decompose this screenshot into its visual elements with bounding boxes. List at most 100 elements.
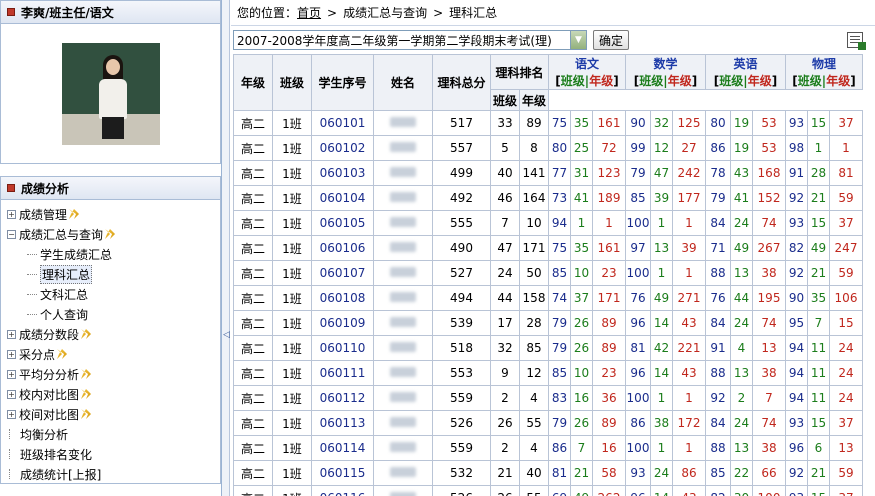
expand-icon[interactable]: + xyxy=(7,389,16,399)
cell-score: 99 xyxy=(625,135,651,161)
cell-class-rank: 24 xyxy=(730,210,753,236)
tree-item[interactable]: + 校内对比图 xyxy=(1,384,220,404)
tree-item[interactable]: + 平均分分析 xyxy=(1,364,220,384)
tree-item[interactable]: + 成绩分数段 xyxy=(1,324,220,344)
cell-student-no: 060102 xyxy=(311,135,374,161)
cell-rank-class: 9 xyxy=(490,360,520,386)
cell-class-rank: 15 xyxy=(807,210,830,236)
user-panel-title: 李爽/班主任/语文 xyxy=(0,0,221,24)
user-title: 李爽/班主任/语文 xyxy=(21,5,114,20)
cell-grade: 高二 xyxy=(233,210,273,236)
cell-class: 1班 xyxy=(272,160,312,186)
cell-grade-rank: 247 xyxy=(829,235,863,261)
tree-child-item[interactable]: 理科汇总 xyxy=(1,264,220,284)
cell-grade: 高二 xyxy=(233,135,273,161)
cell-grade: 高二 xyxy=(233,160,273,186)
expand-icon[interactable]: + xyxy=(7,409,16,419)
cell-score: 82 xyxy=(705,485,731,496)
cell-class: 1班 xyxy=(272,410,312,436)
tree-item[interactable]: 班级排名变化 xyxy=(1,444,220,464)
double-arrow-icon xyxy=(81,409,92,419)
tree-child-item[interactable]: 学生成绩汇总 xyxy=(1,244,220,264)
tree-line xyxy=(9,429,17,439)
cell-grade-rank: 15 xyxy=(829,310,863,336)
cell-class-rank: 49 xyxy=(807,235,830,261)
cell-rank-class: 46 xyxy=(490,185,520,211)
expand-icon[interactable]: + xyxy=(7,329,16,339)
cell-class-rank: 35 xyxy=(807,285,830,311)
tree-child-item[interactable]: 文科汇总 xyxy=(1,284,220,304)
cell-score: 94 xyxy=(785,335,808,361)
cell-class: 1班 xyxy=(272,460,312,486)
expand-icon[interactable]: + xyxy=(7,209,16,219)
cell-class-rank: 41 xyxy=(730,185,753,211)
cell-total: 553 xyxy=(432,360,491,386)
expand-icon[interactable]: + xyxy=(7,369,16,379)
header-subject-english: 英语 [班级|年级] xyxy=(705,54,786,90)
collapse-icon[interactable]: − xyxy=(7,229,16,239)
breadcrumb-level1: 成绩汇总与查询 xyxy=(343,6,428,20)
cell-class-rank: 14 xyxy=(650,310,673,336)
tree-item[interactable]: − 成绩汇总与查询 xyxy=(1,224,220,244)
cell-student-no: 060105 xyxy=(311,210,374,236)
exam-select[interactable]: 2007-2008学年度高二年级第一学期第二学段期末考试(理) ▼ xyxy=(233,30,587,50)
expand-icon[interactable]: + xyxy=(7,349,16,359)
confirm-button[interactable]: 确定 xyxy=(593,30,630,50)
cell-score: 79 xyxy=(548,335,571,361)
cell-class-rank: 24 xyxy=(730,310,753,336)
cell-grade-rank: 23 xyxy=(592,360,626,386)
cell-student-no: 060103 xyxy=(311,160,374,186)
cell-score: 96 xyxy=(785,435,808,461)
chevron-down-icon[interactable]: ▼ xyxy=(570,31,586,49)
cell-grade-rank: 242 xyxy=(672,160,706,186)
cell-score: 75 xyxy=(548,110,571,136)
breadcrumb-home-link[interactable]: 首页 xyxy=(297,4,321,21)
cell-score: 88 xyxy=(705,360,731,386)
tree-item[interactable]: + 校间对比图 xyxy=(1,404,220,424)
cell-total: 559 xyxy=(432,435,491,461)
app: 李爽/班主任/语文 成绩分析 + 成绩管理 − 成绩汇总与查询 学生成绩汇总 理科汇总 文科… xyxy=(0,0,875,496)
cell-grade: 高二 xyxy=(233,410,273,436)
tree-item[interactable]: + 成绩管理 xyxy=(1,204,220,224)
cell-grade-rank: 13 xyxy=(752,335,786,361)
cell-score: 84 xyxy=(705,210,731,236)
tree-item[interactable]: 均衡分析 xyxy=(1,424,220,444)
cell-name-redacted xyxy=(373,360,433,386)
cell-class-rank: 42 xyxy=(650,335,673,361)
cell-grade-rank: 7 xyxy=(752,385,786,411)
cell-class-rank: 44 xyxy=(730,285,753,311)
cell-score: 86 xyxy=(548,435,571,461)
cell-class-rank: 4 xyxy=(730,335,753,361)
cell-name-redacted xyxy=(373,410,433,436)
tree-child-item[interactable]: 个人查询 xyxy=(1,304,220,324)
cell-student-no: 060116 xyxy=(311,485,374,496)
tree-item[interactable]: 成绩统计[上报] xyxy=(1,464,220,484)
collapse-arrow-icon[interactable]: ◁ xyxy=(223,330,230,340)
left-panel: 李爽/班主任/语文 成绩分析 + 成绩管理 − 成绩汇总与查询 学生成绩汇总 理科汇总 文科… xyxy=(0,0,222,496)
tree-item[interactable]: + 采分点 xyxy=(1,344,220,364)
panel-splitter[interactable]: ◁ xyxy=(222,0,230,496)
tree-item-label: 班级排名变化 xyxy=(20,447,93,462)
cell-score: 100 xyxy=(625,385,651,411)
cell-grade: 高二 xyxy=(233,385,273,411)
cell-grade-rank: 72 xyxy=(592,135,626,161)
breadcrumb-sep: > xyxy=(327,5,338,20)
cell-score: 94 xyxy=(785,385,808,411)
cell-name-redacted xyxy=(373,235,433,261)
table-row: 高二 1班 060107 527 24 50 85 10 23 100 1 1 88 13 38 92 21 59 xyxy=(233,260,863,286)
cell-class-rank: 10 xyxy=(570,260,593,286)
cell-score: 69 xyxy=(548,485,571,496)
cell-grade-rank: 267 xyxy=(752,235,786,261)
table-row: 高二 1班 060111 553 9 12 85 10 23 96 14 43 88 13 38 94 11 24 xyxy=(233,360,863,386)
cell-class-rank: 21 xyxy=(807,185,830,211)
export-excel-icon[interactable] xyxy=(847,32,866,50)
cell-score: 90 xyxy=(785,285,808,311)
cell-class-rank: 14 xyxy=(650,485,673,496)
cell-score: 76 xyxy=(625,285,651,311)
cell-score: 85 xyxy=(705,460,731,486)
cell-rank-class: 26 xyxy=(490,410,520,436)
cell-student-no: 060101 xyxy=(311,110,374,136)
cell-student-no: 060106 xyxy=(311,235,374,261)
cell-score: 98 xyxy=(785,135,808,161)
cell-grade-rank: 74 xyxy=(752,210,786,236)
